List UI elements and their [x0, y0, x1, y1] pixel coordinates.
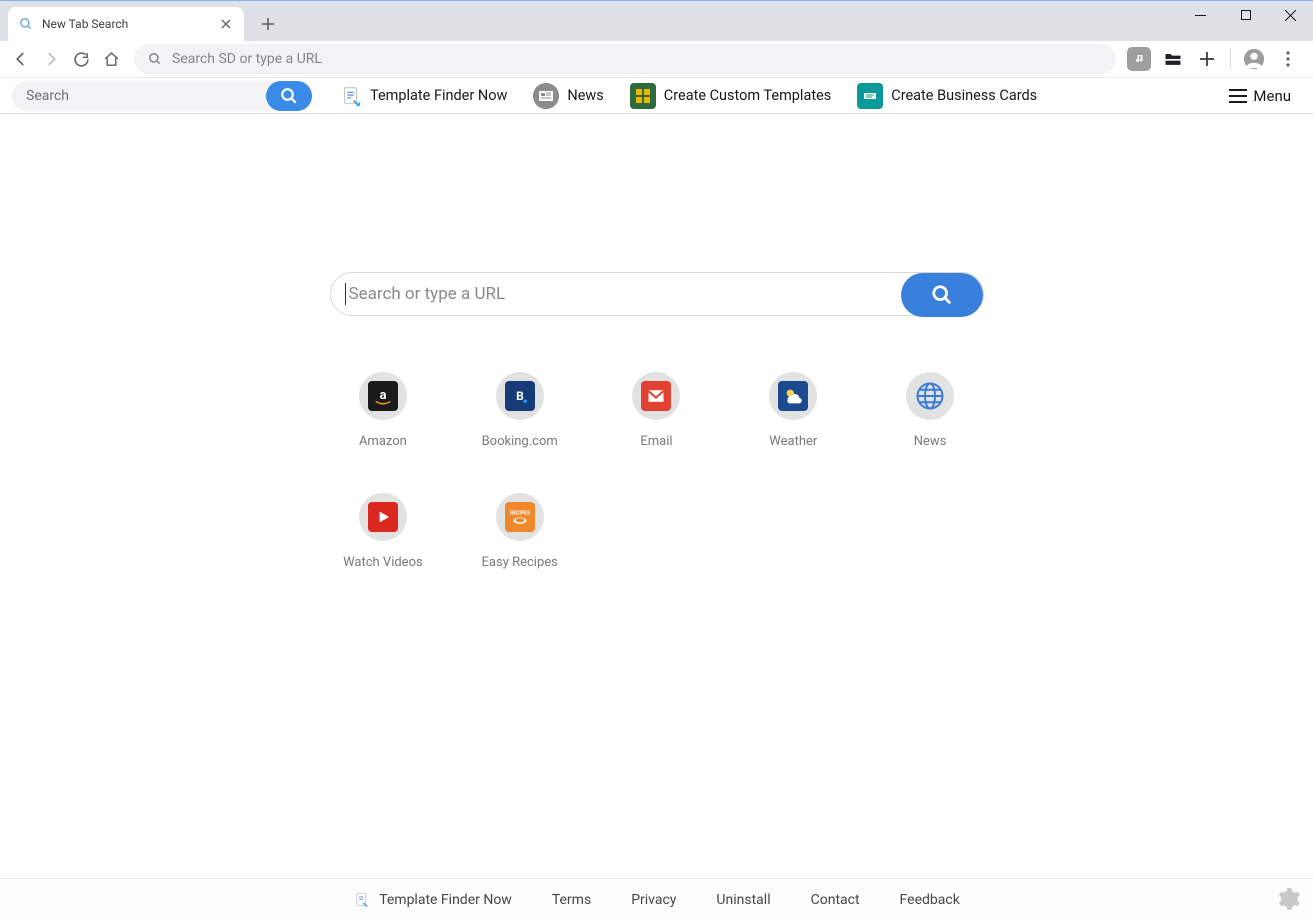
shortcut-label: Easy Recipes: [482, 555, 558, 570]
reload-button[interactable]: [66, 44, 96, 74]
menu-button[interactable]: Menu: [1219, 87, 1301, 105]
main-search-placeholder: Search or type a URL: [349, 284, 506, 304]
navigation-bar: Search SD or type a URL: [0, 41, 1313, 78]
close-window-button[interactable]: [1268, 1, 1313, 29]
omnibox-placeholder: Search SD or type a URL: [172, 51, 322, 67]
navbar-right: [1124, 44, 1307, 74]
tab-title: New Tab Search: [42, 17, 218, 31]
footer-link-label: Terms: [552, 892, 591, 908]
news-icon: [533, 83, 559, 109]
extension-toolbar: Search Template Finder Now News Create C…: [0, 78, 1313, 114]
menu-label: Menu: [1253, 87, 1291, 105]
shortcut-email[interactable]: Email: [603, 372, 710, 449]
footer-link-contact[interactable]: Contact: [811, 892, 860, 908]
footer-link-label: Uninstall: [716, 892, 770, 908]
shortcut-label: Email: [640, 434, 672, 449]
main-search-button[interactable]: [901, 273, 983, 317]
weather-icon: [778, 381, 808, 411]
maximize-button[interactable]: [1223, 1, 1268, 29]
window-controls: [1178, 1, 1313, 31]
shortcut-news[interactable]: News: [877, 372, 984, 449]
kebab-menu-button[interactable]: [1273, 44, 1303, 74]
music-extension-icon[interactable]: [1124, 44, 1154, 74]
email-icon: [641, 381, 671, 411]
recipes-icon: RECIPES: [505, 502, 535, 532]
toolbar-link-business-cards[interactable]: Create Business Cards: [857, 83, 1037, 109]
card-icon: [857, 83, 883, 109]
shortcut-label: Amazon: [359, 434, 407, 449]
footer-link-label: Template Finder Now: [379, 892, 512, 908]
svg-text:a: a: [379, 388, 386, 403]
toolbar-search-input[interactable]: Search: [12, 81, 312, 111]
toolbar-link-template-finder[interactable]: Template Finder Now: [340, 85, 507, 107]
shortcut-booking[interactable]: B Booking.com: [466, 372, 573, 449]
omnibox[interactable]: Search SD or type a URL: [134, 44, 1116, 74]
footer-link-label: Privacy: [631, 892, 676, 908]
document-icon: [340, 85, 362, 107]
toolbar-link-news[interactable]: News: [533, 83, 603, 109]
shortcut-amazon[interactable]: a Amazon: [330, 372, 437, 449]
footer-link-privacy[interactable]: Privacy: [631, 892, 676, 908]
home-button[interactable]: [96, 44, 126, 74]
new-tab-button[interactable]: [254, 10, 282, 38]
text-cursor: [345, 283, 346, 305]
shortcut-grid: a Amazon B Booking.com Email Weather: [330, 372, 984, 570]
toolbar-search-placeholder: Search: [26, 88, 69, 104]
toolbar-link-label: Create Business Cards: [891, 87, 1037, 104]
globe-icon: [915, 381, 945, 411]
separator: [1230, 48, 1231, 70]
forward-button[interactable]: [36, 44, 66, 74]
toolbar-link-custom-templates[interactable]: Create Custom Templates: [630, 83, 831, 109]
shortcut-label: Weather: [769, 434, 817, 449]
profile-button[interactable]: [1239, 44, 1269, 74]
footer-link-template-finder[interactable]: Template Finder Now: [353, 891, 512, 909]
templates-icon: [630, 83, 656, 109]
footer-link-uninstall[interactable]: Uninstall: [716, 892, 770, 908]
search-icon: [148, 52, 162, 66]
minimize-button[interactable]: [1178, 1, 1223, 29]
close-tab-icon[interactable]: [218, 16, 234, 32]
footer-link-label: Feedback: [900, 892, 960, 908]
shortcut-recipes[interactable]: RECIPES Easy Recipes: [466, 493, 573, 570]
booking-icon: B: [505, 381, 535, 411]
shortcut-weather[interactable]: Weather: [740, 372, 847, 449]
toolbar-link-label: Create Custom Templates: [664, 87, 831, 104]
svg-text:RECIPES: RECIPES: [510, 510, 530, 516]
footer-link-feedback[interactable]: Feedback: [900, 892, 960, 908]
back-button[interactable]: [6, 44, 36, 74]
toolbar-link-label: News: [567, 87, 603, 104]
shortcut-videos[interactable]: Watch Videos: [330, 493, 437, 570]
hamburger-icon: [1229, 89, 1247, 103]
settings-button[interactable]: [1275, 886, 1301, 912]
toolbar-links: Template Finder Now News Create Custom T…: [340, 83, 1219, 109]
footer: Template Finder Now Terms Privacy Uninst…: [0, 878, 1313, 920]
browser-tab[interactable]: New Tab Search: [8, 7, 244, 41]
footer-link-terms[interactable]: Terms: [552, 892, 591, 908]
add-extension-button[interactable]: [1192, 44, 1222, 74]
document-icon: [353, 891, 371, 909]
shortcut-label: News: [914, 434, 947, 449]
main-content: Search or type a URL a Amazon B Booking.…: [0, 114, 1313, 878]
toolbar-search-button[interactable]: [266, 81, 312, 111]
folder-extension-icon[interactable]: [1158, 44, 1188, 74]
shortcut-label: Booking.com: [482, 434, 558, 449]
play-icon: [368, 502, 398, 532]
footer-link-label: Contact: [811, 892, 860, 908]
svg-text:B: B: [516, 389, 524, 403]
amazon-icon: a: [368, 381, 398, 411]
main-search-input[interactable]: Search or type a URL: [330, 272, 984, 316]
toolbar-link-label: Template Finder Now: [370, 87, 507, 104]
tab-strip: New Tab Search: [0, 0, 1313, 41]
shortcut-label: Watch Videos: [343, 555, 423, 570]
search-icon: [18, 16, 34, 32]
